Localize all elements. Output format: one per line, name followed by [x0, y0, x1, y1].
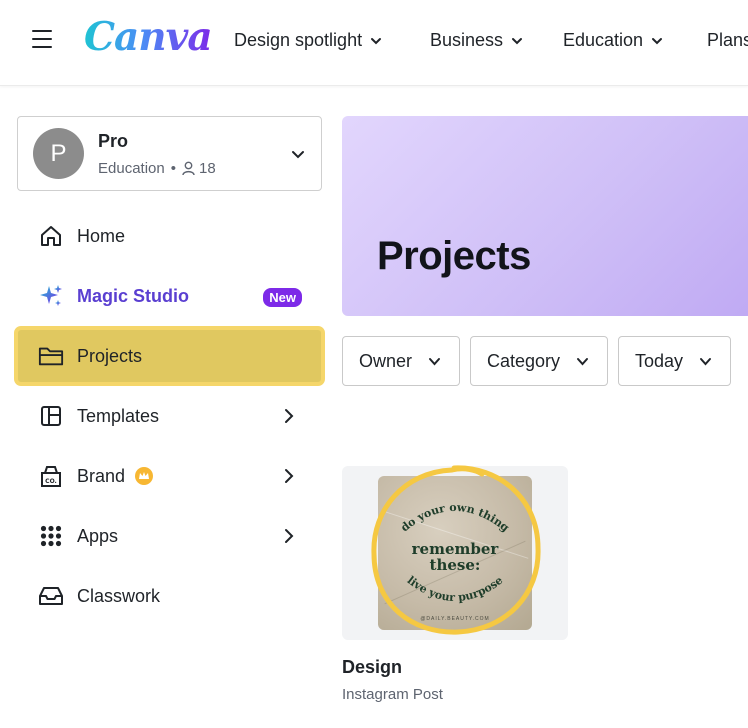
sidebar-item-label: Brand: [77, 465, 126, 486]
account-details: Education • 18: [98, 160, 216, 177]
account-switcher[interactable]: P Pro Education • 18: [17, 116, 322, 191]
sidebar-item-home[interactable]: Home: [17, 209, 322, 263]
apps-grid-icon: [38, 523, 64, 549]
chevron-right-icon: [285, 409, 294, 423]
sidebar-item-label: Apps: [77, 525, 119, 546]
filter-label: Today: [635, 350, 684, 371]
chevron-down-icon: [292, 151, 304, 159]
sidebar-item-label: Classwork: [77, 585, 161, 606]
chevron-down-icon: [652, 37, 663, 44]
account-plan: Education: [98, 160, 165, 177]
chevron-down-icon: [371, 37, 382, 44]
sidebar-item-label: Home: [77, 225, 126, 246]
chevron-down-icon: [700, 358, 711, 366]
menu-icon[interactable]: [32, 30, 52, 52]
brand-icon: CO.: [38, 463, 64, 489]
chevron-right-icon: [285, 469, 294, 483]
nav-design-spotlight[interactable]: Design spotlight: [234, 30, 382, 51]
avatar: P: [33, 128, 84, 179]
nav-plans[interactable]: Plans: [707, 30, 748, 51]
category-filter-dropdown[interactable]: Category: [470, 336, 608, 386]
home-icon: [38, 223, 64, 249]
sidebar-item-label: Templates: [77, 405, 160, 426]
chevron-down-icon: [429, 358, 440, 366]
projects-banner: Projects: [342, 116, 748, 316]
nav-education[interactable]: Education: [563, 30, 663, 51]
folder-icon: [38, 343, 64, 369]
design-thumbnail[interactable]: do your own thing live your purpose reme…: [342, 465, 568, 640]
separator: •: [170, 160, 176, 177]
crown-icon: [135, 467, 154, 485]
nav-label: Education: [563, 30, 644, 50]
nav-label: Design spotlight: [234, 30, 363, 50]
owner-filter-dropdown[interactable]: Owner: [342, 336, 460, 386]
filter-label: Owner: [359, 350, 413, 371]
sidebar-item-magic-studio[interactable]: Magic Studio New: [17, 269, 322, 323]
highlight-circle-annotation: [371, 465, 541, 635]
account-name: Pro: [98, 131, 129, 151]
sidebar-item-projects[interactable]: Projects: [14, 326, 325, 386]
sidebar-item-classwork[interactable]: Classwork: [17, 569, 322, 623]
inbox-tray-icon: [38, 583, 64, 609]
sidebar-item-apps[interactable]: Apps: [17, 509, 322, 563]
sidebar-item-brand[interactable]: CO. Brand: [17, 449, 322, 503]
nav-label: Plans: [707, 30, 748, 50]
chevron-down-icon: [577, 358, 588, 366]
date-filter-dropdown[interactable]: Today: [618, 336, 731, 386]
sidebar-item-label: Projects: [77, 345, 143, 366]
design-title[interactable]: Design: [342, 657, 402, 678]
chevron-down-icon: [512, 37, 523, 44]
design-type: Instagram Post: [342, 686, 443, 703]
sidebar-item-label: Magic Studio: [77, 285, 189, 306]
person-icon: [182, 161, 195, 176]
nav-label: Business: [430, 30, 504, 50]
sparkle-icon: [38, 283, 64, 309]
canva-logo[interactable]: Canva: [84, 14, 213, 60]
top-navigation-bar: Canva Design spotlight Business Educatio…: [0, 0, 748, 86]
nav-business[interactable]: Business: [430, 30, 523, 51]
sidebar-item-templates[interactable]: Templates: [17, 389, 322, 443]
page-title: Projects: [377, 234, 531, 278]
filter-label: Category: [487, 350, 561, 371]
svg-text:CO.: CO.: [45, 478, 57, 485]
new-badge: New: [263, 288, 302, 307]
chevron-right-icon: [285, 529, 294, 543]
member-count: 18: [198, 160, 216, 177]
templates-icon: [38, 403, 64, 429]
